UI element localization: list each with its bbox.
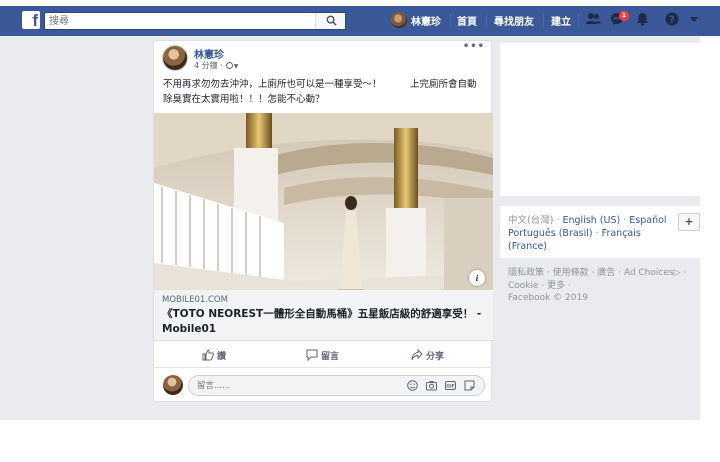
footer-link-cookie[interactable]: Cookie [508,281,539,291]
link-preview-image[interactable]: i [154,113,493,290]
help-icon[interactable]: ? [665,12,679,26]
link-title[interactable]: 《TOTO NEOREST一體形全自動馬桶》五星飯店級的舒適享受！ - Mobi… [162,307,488,337]
nav-divider [543,14,544,28]
right-sidebar-panel [500,43,700,196]
language-selector: 中文(台灣) · English (US) · Español Portuguê… [500,206,700,258]
nav-divider [578,14,579,28]
share-label: 分享 [426,352,445,362]
post-time-text[interactable]: 4 分鐘 · [194,61,223,70]
comment-icon [306,349,318,362]
top-navigation-bar: f 林憲珍 首頁 尋找朋友 建立 1 ? [0,0,720,36]
notifications-bell-icon[interactable] [636,12,649,26]
nav-create[interactable]: 建立 [551,13,571,28]
post-author-name[interactable]: 林憲珍 [194,46,224,61]
post-author-avatar[interactable] [162,45,188,71]
notification-badge: 1 [619,11,629,21]
language-list: 中文(台灣) · English (US) · Español Portuguê… [508,215,667,252]
link-preview[interactable]: MOBILE01.COM 《TOTO NEOREST一體形全自動馬桶》五星飯店級… [154,290,493,341]
friend-requests-icon[interactable] [586,12,601,25]
news-feed-post: 林憲珍 4 分鐘 · ▼ ••• 不用再求勿勿去沖沖，上廁所也可以是一種享受～！ … [153,40,493,402]
footer-link-more[interactable]: 更多 [547,281,565,291]
audience-dropdown-icon[interactable]: ▼ [234,63,239,70]
footer-links: 隱私政策 · 使用條款 · 廣告 · Ad Choices▷ · Cookie … [508,268,687,291]
search-input[interactable] [49,14,319,28]
post-timestamp[interactable]: 4 分鐘 · ▼ [194,60,238,71]
share-icon [411,348,423,361]
share-button[interactable]: 分享 [411,348,445,362]
nav-profile-name[interactable]: 林憲珍 [411,13,441,28]
facebook-logo[interactable]: f [22,11,40,29]
user-avatar[interactable] [391,12,407,28]
language-english[interactable]: English (US) [562,215,620,226]
link-domain: MOBILE01.COM [162,295,228,305]
globe-icon[interactable] [225,62,233,69]
info-button[interactable]: i [469,270,485,286]
svg-text:GIF: GIF [446,384,454,390]
search-button[interactable] [315,13,345,29]
comment-button[interactable]: 留言 [306,349,339,362]
ad-choices-icon[interactable]: ▷ [674,268,681,278]
comment-input[interactable] [197,379,397,392]
comment-composer[interactable]: GIF [188,375,485,396]
camera-icon[interactable] [426,380,437,391]
post-actions: 讚 留言 分享 [154,344,493,368]
nav-divider [450,14,451,28]
gif-icon[interactable]: GIF [445,380,456,391]
search-box[interactable] [44,12,346,30]
post-options-button[interactable]: ••• [463,41,485,52]
sticker-icon[interactable] [464,380,475,391]
nav-divider [486,14,487,28]
footer-link-ad-choices[interactable]: Ad Choices [624,268,674,278]
footer-link-ads[interactable]: 廣告 [597,268,615,278]
search-icon [326,15,337,26]
nav-home[interactable]: 首頁 [457,13,477,28]
copyright: Facebook © 2019 [508,293,588,303]
footer-link-privacy[interactable]: 隱私政策 [508,268,544,278]
thumbs-up-icon [202,349,214,361]
language-spanish[interactable]: Español [629,215,666,226]
svg-text:?: ? [669,15,675,26]
comment-label: 留言 [321,352,340,362]
current-language: 中文(台灣) [508,215,554,226]
footer-link-terms[interactable]: 使用條款 [553,268,589,278]
nav-find-friends[interactable]: 尋找朋友 [494,13,534,28]
commenter-avatar[interactable] [163,375,183,395]
more-languages-button[interactable]: + [678,213,700,231]
emoji-icon[interactable] [407,380,418,391]
like-label: 讚 [217,352,227,362]
language-portuguese[interactable]: Português (Brasil) [508,228,593,239]
account-menu-arrow-icon[interactable] [690,17,698,23]
hotel-lobby-photo [154,113,493,290]
page-right-margin [700,36,720,462]
post-message: 不用再求勿勿去沖沖，上廁所也可以是一種享受～！ 上完廁所會自動除臭實在太實用啦！… [163,79,477,105]
like-button[interactable]: 讚 [202,349,226,362]
